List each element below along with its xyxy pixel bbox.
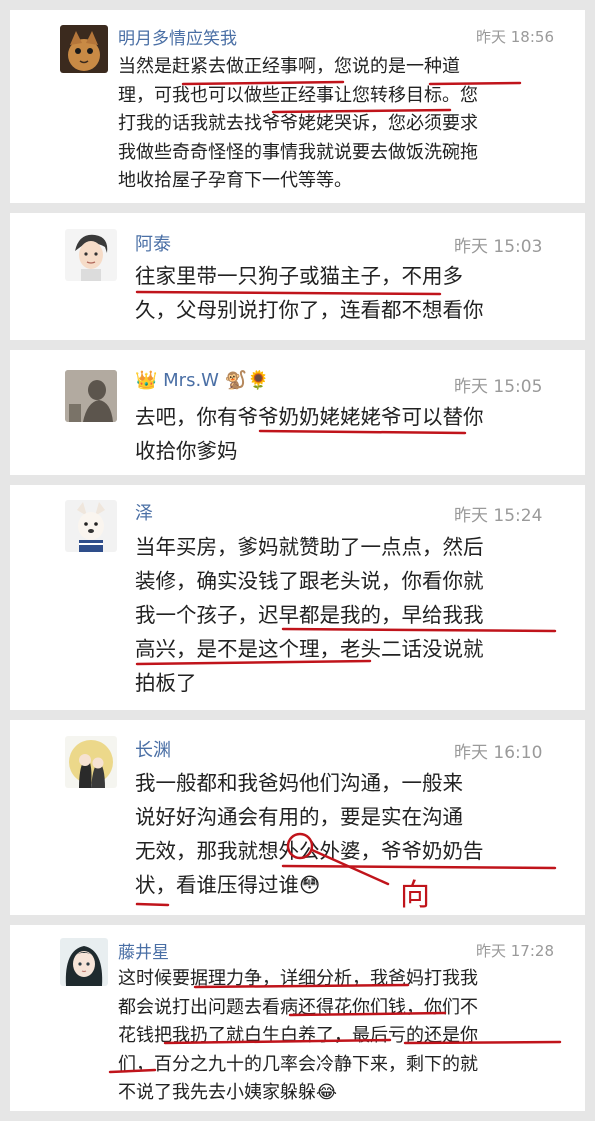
comment-card-3: 👑 Mrs.W 🐒🌻 昨天 15:05 去吧，你有爷爷奶奶姥姥姥爷可以替你 收拾… [10, 350, 585, 475]
avatar-anime-girl-icon[interactable] [60, 938, 108, 986]
commenter-name[interactable]: 明月多情应笑我 [118, 24, 237, 49]
avatar-couple-moon-icon[interactable] [65, 736, 117, 788]
comment-card-4: 泽 昨天 15:24 当年买房，爹妈就赞助了一点点，然后 装修，确实没钱了跟老头… [10, 485, 585, 710]
comment-text: 我一般都和我爸妈他们沟通，一般来 说好好沟通会有用的，要是实在沟通 无效，那我就… [135, 771, 484, 897]
commenter-name[interactable]: 藤井星 [118, 938, 169, 963]
comment-text: 这时候要据理力争，详细分析，我爸妈打我我 都会说打出问题去看病还得花你们钱，你们… [118, 968, 478, 1103]
monkey-sunflower-icon: 🐒🌻 [224, 370, 270, 391]
avatar-shadow-photo-icon[interactable] [65, 370, 117, 422]
commenter-name[interactable]: 泽 [135, 499, 153, 525]
comment-time: 昨天 15:05 [454, 377, 543, 397]
comment-text: 当年买房，爹妈就赞助了一点点，然后 装修，确实没钱了跟老头说，你看你就 我一个孩… [135, 535, 484, 695]
comment-text: 往家里带一只狗子或猫主子，不用多 久，父母别说打你了，连看都不想看你 [135, 264, 484, 322]
commenter-name[interactable]: 长渊 [135, 736, 171, 762]
comment-time: 昨天 15:03 [454, 237, 543, 257]
avatar-dog-icon[interactable] [65, 500, 117, 552]
commenter-name[interactable]: 👑 Mrs.W 🐒🌻 [135, 370, 270, 391]
avatar-anime-boy-icon[interactable] [65, 229, 117, 281]
crown-icon: 👑 [135, 370, 158, 391]
avatar-cat-icon[interactable] [60, 25, 108, 73]
comment-card-2: 阿泰 昨天 15:03 往家里带一只狗子或猫主子，不用多 久，父母别说打你了，连… [10, 213, 585, 340]
comment-text: 去吧，你有爷爷奶奶姥姥姥爷可以替你 收拾你爹妈 [135, 405, 484, 463]
comment-time: 昨天 16:10 [454, 743, 543, 763]
comment-time: 昨天 17:28 [476, 942, 554, 960]
comment-card-1: 明月多情应笑我 昨天 18:56 当然是赶紧去做正经事啊，您说的是一种道 理，可… [10, 10, 585, 203]
commenter-name[interactable]: 阿泰 [135, 230, 171, 256]
comment-text: 当然是赶紧去做正经事啊，您说的是一种道 理，可我也可以做些正经事让您转移目标。您… [118, 56, 478, 191]
comment-card-5: 长渊 昨天 16:10 我一般都和我爸妈他们沟通，一般来 说好好沟通会有用的，要… [10, 720, 585, 915]
comment-card-6: 藤井星 昨天 17:28 这时候要据理力争，详细分析，我爸妈打我我 都会说打出问… [10, 925, 585, 1111]
comment-time: 昨天 15:24 [454, 506, 543, 526]
comment-time: 昨天 18:56 [476, 28, 554, 46]
handwritten-annotation: 向 [400, 878, 430, 913]
